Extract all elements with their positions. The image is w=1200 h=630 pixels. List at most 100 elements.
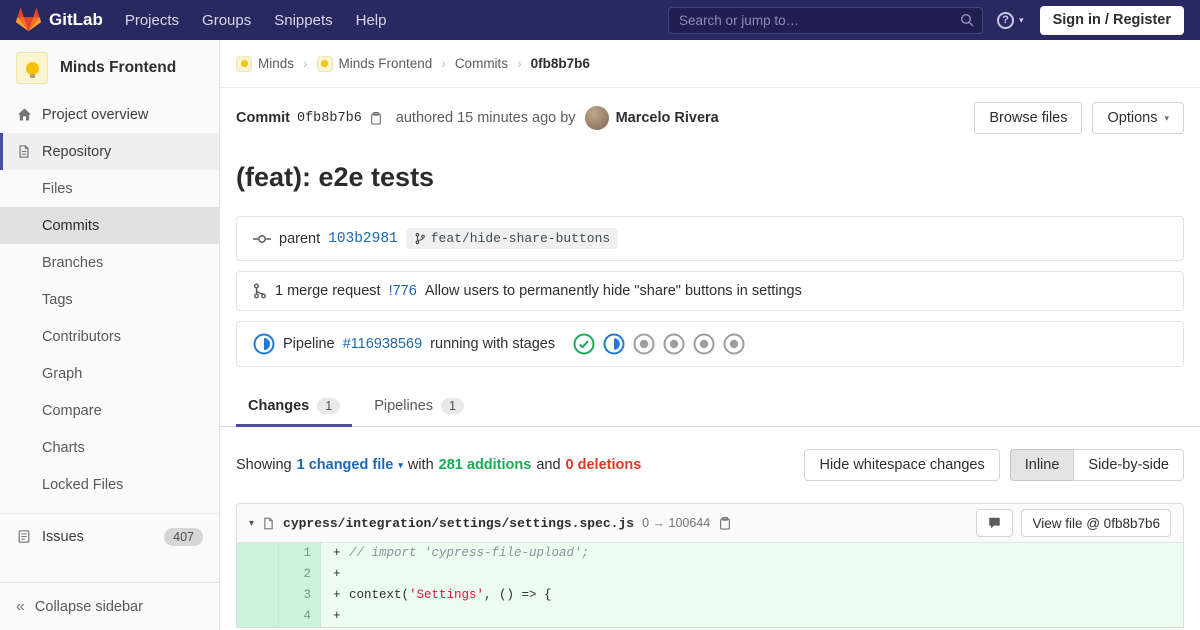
- changes-count-badge: 1: [317, 398, 341, 414]
- author-avatar[interactable]: [584, 106, 609, 130]
- breadcrumb-item-minds[interactable]: Minds: [236, 55, 294, 72]
- nav-item-snippets[interactable]: Snippets: [274, 12, 332, 29]
- minds-group-avatar: [236, 55, 252, 72]
- diff-content: 1 +// import 'cypress-file-upload'; 2 + …: [237, 543, 1183, 627]
- stage-running-icon[interactable]: [603, 333, 625, 355]
- chevron-right-icon: ›: [441, 56, 446, 71]
- sidebar-item-contributors[interactable]: Contributors: [0, 318, 219, 355]
- sidebar-item-label: Issues: [42, 528, 84, 545]
- sidebar-item-locked-files[interactable]: Locked Files: [0, 466, 219, 503]
- copy-icon: [370, 111, 381, 125]
- diff-line: 4 +: [237, 606, 1183, 627]
- comment-button[interactable]: [976, 509, 1014, 537]
- options-label: Options: [1107, 110, 1158, 126]
- diff-mode-toggle: Inline Side-by-side: [1009, 449, 1184, 481]
- options-dropdown-button[interactable]: Options ▾: [1092, 102, 1184, 134]
- tab-label: Pipelines: [374, 398, 434, 414]
- repository-icon: [16, 144, 32, 159]
- sidebar: Minds Frontend Project overview Reposito…: [0, 40, 220, 630]
- collapse-sidebar-button[interactable]: « Collapse sidebar: [0, 582, 219, 630]
- search-input[interactable]: [668, 6, 984, 34]
- old-line-number[interactable]: [237, 543, 279, 564]
- sidebar-item-commits[interactable]: Commits: [0, 207, 219, 244]
- sign-in-button[interactable]: Sign in / Register: [1039, 5, 1184, 35]
- sidebar-item-compare[interactable]: Compare: [0, 392, 219, 429]
- stage-created-icon[interactable]: [693, 333, 715, 355]
- tab-pipelines[interactable]: Pipelines 1: [362, 389, 476, 427]
- stage-created-icon[interactable]: [633, 333, 655, 355]
- pipeline-status-text: running with stages: [430, 336, 556, 352]
- sidebar-item-graph[interactable]: Graph: [0, 355, 219, 392]
- tab-changes[interactable]: Changes 1: [236, 389, 353, 427]
- merge-request-link[interactable]: !776: [389, 283, 417, 299]
- old-line-number[interactable]: [237, 606, 279, 627]
- side-by-side-view-button[interactable]: Side-by-side: [1073, 449, 1184, 481]
- sidebar-item-branches[interactable]: Branches: [0, 244, 219, 281]
- file-actions: View file @ 0fb8b7b6: [976, 509, 1171, 537]
- pipeline-mini-graph: [573, 333, 745, 355]
- search-icon[interactable]: [959, 12, 975, 28]
- branch-ref-chip[interactable]: feat/hide-share-buttons: [405, 228, 619, 249]
- collapse-diff-icon[interactable]: ▾: [249, 518, 254, 529]
- commit-sha: 0fb8b7b6: [296, 110, 362, 126]
- merge-request-box: 1 merge request !776 Allow users to perm…: [236, 271, 1184, 311]
- stage-success-icon[interactable]: [573, 333, 595, 355]
- issues-icon: [16, 529, 32, 544]
- breadcrumb-item-commits[interactable]: Commits: [455, 56, 508, 71]
- project-header-link[interactable]: Minds Frontend: [0, 40, 219, 96]
- file-diff-panel: ▾ cypress/integration/settings/settings.…: [236, 503, 1184, 628]
- stage-created-icon[interactable]: [723, 333, 745, 355]
- file-path[interactable]: cypress/integration/settings/settings.sp…: [283, 516, 634, 531]
- top-navbar: GitLab Projects Groups Snippets Help ? ▾…: [0, 0, 1200, 40]
- help-icon: ?: [997, 11, 1015, 29]
- inline-view-button[interactable]: Inline: [1009, 449, 1075, 481]
- stage-created-icon[interactable]: [663, 333, 685, 355]
- pipeline-label: Pipeline: [283, 336, 335, 352]
- new-line-number[interactable]: 4: [279, 606, 321, 627]
- pipeline-box: Pipeline #116938569 running with stages: [236, 321, 1184, 367]
- new-line-number[interactable]: 1: [279, 543, 321, 564]
- chevron-down-icon: ▾: [398, 459, 403, 470]
- sidebar-item-repository[interactable]: Repository: [0, 133, 219, 170]
- copy-sha-button[interactable]: [369, 111, 383, 126]
- new-line-number[interactable]: 3: [279, 585, 321, 606]
- breadcrumb-item-sha: 0fb8b7b6: [530, 56, 590, 71]
- new-line-number[interactable]: 2: [279, 564, 321, 585]
- changed-files-dropdown[interactable]: 1 changed file ▾: [297, 457, 403, 473]
- gitlab-home-link[interactable]: GitLab: [16, 8, 103, 32]
- sidebar-item-tags[interactable]: Tags: [0, 281, 219, 318]
- nav-item-groups[interactable]: Groups: [202, 12, 251, 29]
- nav-item-help[interactable]: Help: [356, 12, 387, 29]
- sidebar-item-files[interactable]: Files: [0, 170, 219, 207]
- hide-whitespace-button[interactable]: Hide whitespace changes: [804, 449, 1000, 481]
- sidebar-item-issues[interactable]: Issues 407: [0, 518, 219, 555]
- project-name: Minds Frontend: [60, 59, 177, 76]
- diff-line: 3 + context('Settings', () => {: [237, 585, 1183, 606]
- pipeline-id-link[interactable]: #116938569: [343, 336, 423, 352]
- browse-files-button[interactable]: Browse files: [974, 102, 1083, 134]
- sidebar-item-charts[interactable]: Charts: [0, 429, 219, 466]
- navbar-menu: Projects Groups Snippets Help: [125, 12, 387, 29]
- pipeline-running-icon: [253, 333, 275, 355]
- old-line-number[interactable]: [237, 585, 279, 606]
- old-line-number[interactable]: [237, 564, 279, 585]
- authored-text: authored 15 minutes ago by: [395, 110, 576, 126]
- commit-title: (feat): e2e tests: [236, 162, 435, 192]
- view-file-button[interactable]: View file @ 0fb8b7b6: [1021, 509, 1171, 537]
- brand-name: GitLab: [49, 10, 103, 29]
- parent-commit-box: parent 103b2981 feat/hide-share-buttons: [236, 216, 1184, 261]
- diff-toolbar: Showing 1 changed file ▾ with 281 additi…: [236, 449, 1184, 481]
- collapse-icon: «: [16, 597, 25, 615]
- commit-actions: Browse files Options ▾: [974, 102, 1184, 134]
- parent-sha-link[interactable]: 103b2981: [328, 231, 398, 247]
- minds-frontend-avatar: [316, 55, 333, 72]
- nav-item-projects[interactable]: Projects: [125, 12, 179, 29]
- sidebar-item-project-overview[interactable]: Project overview: [0, 96, 219, 133]
- parent-label: parent: [279, 230, 321, 247]
- breadcrumb-item-minds-frontend[interactable]: Minds Frontend: [316, 55, 432, 72]
- help-dropdown[interactable]: ? ▾: [997, 11, 1024, 29]
- author-name[interactable]: Marcelo Rivera: [616, 110, 719, 126]
- and-label: and: [536, 457, 561, 473]
- showing-label: Showing: [236, 457, 292, 473]
- copy-path-button[interactable]: [718, 516, 732, 531]
